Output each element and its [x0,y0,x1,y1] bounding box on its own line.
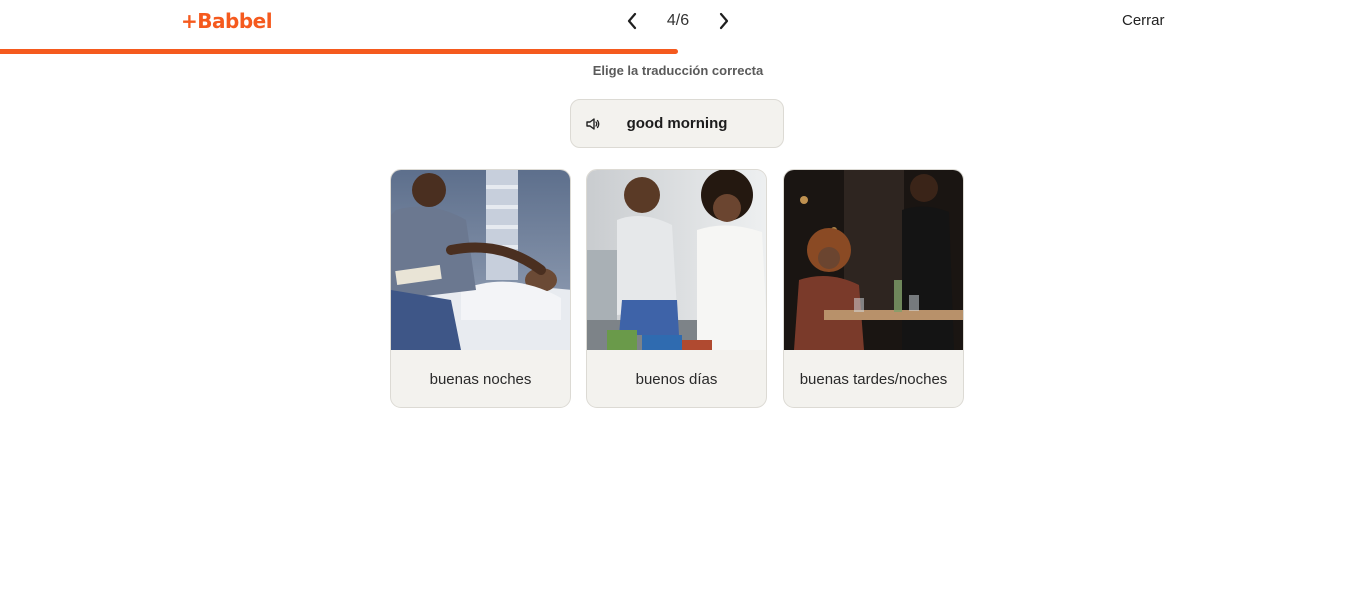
chevron-right-icon [719,12,729,30]
option-label: buenas noches [429,370,532,388]
option-card-buenos-dias[interactable]: buenos días [586,169,767,408]
option-card-buenas-noches[interactable]: buenas noches [390,169,571,408]
progress-bar [0,49,1356,55]
step-counter: 4/6 [666,12,690,29]
option-image-bedtime [391,170,570,350]
answer-options: buenas noches buenos días buenas tardes/… [390,169,964,409]
option-label: buenas tardes/noches [799,370,948,388]
previous-button[interactable] [622,9,642,33]
option-image-restaurant [784,170,963,350]
speaker-icon[interactable] [585,116,601,132]
prompt-card: good morning [570,99,784,148]
option-card-buenas-tardes-noches[interactable]: buenas tardes/noches [783,169,964,408]
prompt-text: good morning [626,115,728,132]
exercise-instruction: Elige la traducción correcta [592,63,764,78]
progress-bar-fill [0,49,678,54]
option-image-kitchen [587,170,766,350]
exercise-navigation: 4/6 [622,9,734,33]
babbel-logo[interactable]: +Babbel [181,9,273,33]
top-bar: +Babbel 4/6 Cerrar [0,0,1356,50]
next-button[interactable] [714,9,734,33]
chevron-left-icon [627,12,637,30]
option-label: buenos días [635,370,718,388]
close-button[interactable]: Cerrar [1122,12,1165,29]
